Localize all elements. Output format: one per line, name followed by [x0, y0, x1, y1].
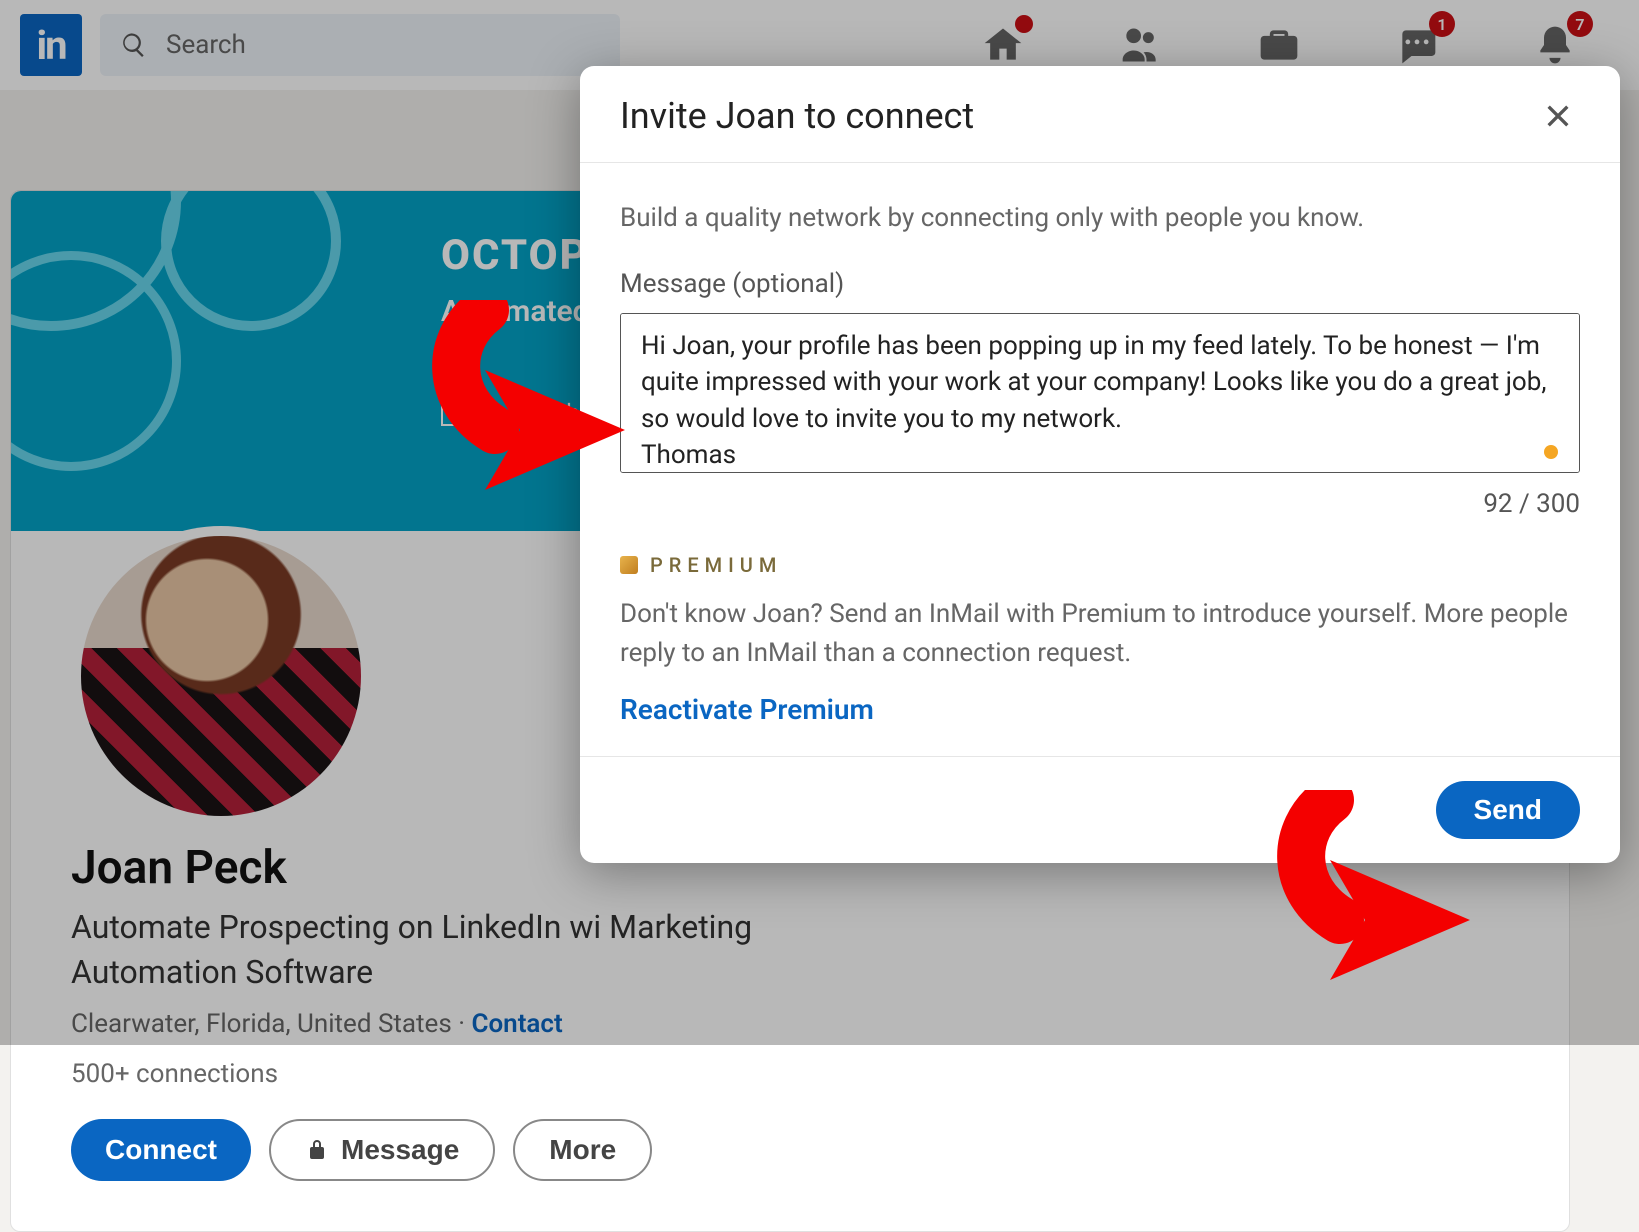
message-label: Message (optional) — [620, 269, 1580, 299]
send-button[interactable]: Send — [1436, 781, 1580, 839]
premium-upsell-text: Don't know Joan? Send an InMail with Pre… — [620, 595, 1580, 673]
char-counter: 92 / 300 — [620, 489, 1580, 519]
grammar-indicator-icon — [1544, 445, 1558, 459]
modal-title: Invite Joan to connect — [620, 95, 974, 137]
profile-connections[interactable]: 500+ connections — [71, 1059, 1509, 1089]
premium-tag-text: PREMIUM — [650, 553, 782, 577]
more-button[interactable]: More — [513, 1119, 652, 1181]
premium-tag: PREMIUM — [620, 553, 1580, 577]
message-button-label: Message — [341, 1134, 459, 1166]
premium-icon — [620, 556, 638, 574]
connect-button[interactable]: Connect — [71, 1119, 251, 1181]
lock-icon — [305, 1138, 329, 1162]
message-textarea[interactable] — [620, 313, 1580, 473]
invite-modal: Invite Joan to connect Build a quality n… — [580, 66, 1620, 863]
message-button[interactable]: Message — [269, 1119, 495, 1181]
close-icon — [1542, 100, 1574, 132]
modal-close-button[interactable] — [1536, 94, 1580, 138]
modal-tip: Build a quality network by connecting on… — [620, 203, 1580, 233]
reactivate-premium-link[interactable]: Reactivate Premium — [620, 693, 874, 726]
